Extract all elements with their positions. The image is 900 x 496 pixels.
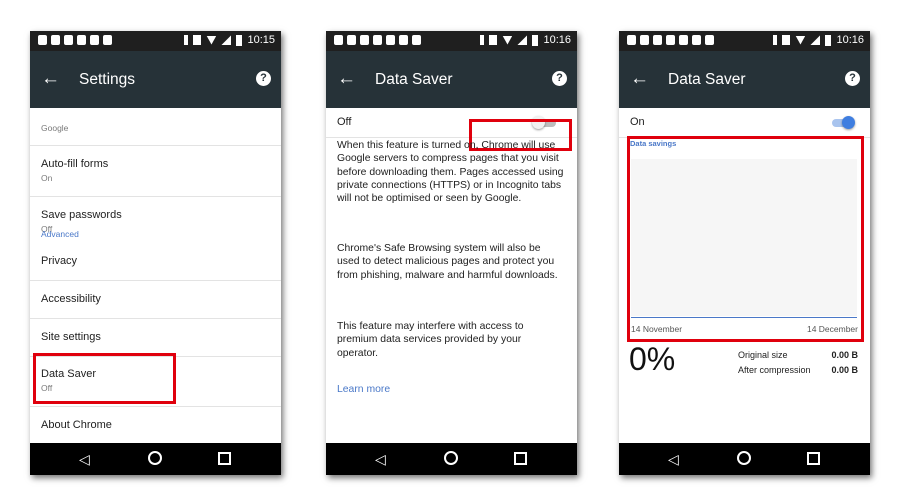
settings-item-save-passwords[interactable]: Save passwords Off — [30, 197, 281, 249]
data-saver-toggle-row[interactable]: On — [619, 108, 870, 138]
settings-item-about-chrome[interactable]: About Chrome — [30, 407, 281, 443]
status-icons: 10:16 — [773, 34, 864, 46]
page-title: Data Saver — [375, 71, 453, 88]
switch-knob — [842, 116, 855, 129]
page-title: Settings — [79, 71, 136, 88]
after-compression-label: After compression — [738, 365, 811, 375]
chart-title: Data savings — [630, 139, 677, 148]
settings-item-label: Site settings — [41, 331, 101, 343]
notification-icons — [627, 35, 714, 45]
nav-recents-icon[interactable] — [514, 452, 527, 465]
clock: 10:16 — [836, 34, 864, 46]
back-arrow-icon[interactable]: ← — [41, 69, 60, 89]
back-arrow-icon[interactable]: ← — [337, 69, 356, 89]
settings-item-autofill[interactable]: Auto-fill forms On — [30, 146, 281, 197]
settings-item-privacy[interactable]: Privacy — [30, 243, 281, 281]
app-bar: ← Data Saver ? — [619, 51, 870, 108]
data-saver-off-screen: 10:16 ← Data Saver ? Off When this featu… — [326, 31, 577, 475]
navigation-bar: ◁ — [326, 443, 577, 475]
data-saver-on-screen: 10:16 ← Data Saver ? On Data savings 14 … — [619, 31, 870, 475]
nav-back-icon[interactable]: ◁ — [375, 452, 386, 466]
nav-home-icon[interactable] — [148, 451, 162, 465]
nav-back-icon[interactable]: ◁ — [79, 452, 90, 466]
description-paragraph-1: When this feature is turned on, Chrome w… — [337, 140, 564, 205]
description-paragraph-3: This feature may interfere with access t… — [337, 321, 524, 359]
settings-item-site-settings[interactable]: Site settings — [30, 319, 281, 357]
clock: 10:16 — [543, 34, 571, 46]
chart-x-end-label: 14 December — [806, 324, 858, 334]
original-size-label: Original size — [738, 350, 788, 360]
help-icon[interactable]: ? — [552, 71, 567, 86]
settings-item-label: Auto-fill forms — [41, 158, 109, 170]
status-bar: 10:16 — [619, 31, 870, 51]
chart-x-start-label: 14 November — [631, 324, 683, 334]
original-size-value: 0.00 B — [831, 350, 858, 360]
settings-item-label: About Chrome — [41, 419, 112, 431]
nav-home-icon[interactable] — [444, 451, 458, 465]
settings-item-sub: On — [41, 173, 53, 183]
nav-recents-icon[interactable] — [218, 452, 231, 465]
help-icon[interactable]: ? — [256, 71, 271, 86]
status-icons: 10:16 — [480, 34, 571, 46]
settings-item-label: Accessibility — [41, 293, 101, 305]
learn-more-link[interactable]: Learn more — [337, 384, 390, 395]
chart-baseline — [631, 317, 857, 318]
nav-back-icon[interactable]: ◁ — [668, 452, 679, 466]
settings-item-accessibility[interactable]: Accessibility — [30, 281, 281, 319]
back-arrow-icon[interactable]: ← — [630, 69, 649, 89]
section-advanced: Advanced — [41, 229, 79, 239]
navigation-bar: ◁ — [30, 443, 281, 475]
after-compression-value: 0.00 B — [831, 365, 858, 375]
settings-item-label: Privacy — [41, 255, 78, 267]
notification-icons — [334, 35, 421, 45]
clock: 10:15 — [247, 34, 275, 46]
highlight-box — [33, 353, 176, 404]
page-title: Data Saver — [668, 71, 746, 88]
nav-home-icon[interactable] — [737, 451, 751, 465]
description-paragraph-2: Chrome's Safe Browsing system will also … — [337, 243, 558, 281]
status-icons: 10:15 — [184, 34, 275, 46]
app-bar: ← Settings ? — [30, 51, 281, 108]
settings-item-label: Save passwords — [41, 209, 122, 221]
settings-item-partial[interactable]: Google — [30, 108, 281, 146]
settings-item-sub: Google — [41, 123, 69, 133]
help-icon[interactable]: ? — [845, 71, 860, 86]
settings-screen: 10:15 ← Settings ? Google Auto-fill form… — [30, 31, 281, 475]
notification-icons — [38, 35, 112, 45]
toggle-label: On — [630, 116, 645, 128]
savings-percent: 0% — [629, 341, 676, 377]
nav-recents-icon[interactable] — [807, 452, 820, 465]
status-bar: 10:15 — [30, 31, 281, 51]
toggle-label: Off — [337, 116, 352, 128]
status-bar: 10:16 — [326, 31, 577, 51]
navigation-bar: ◁ — [619, 443, 870, 475]
data-savings-chart — [631, 159, 857, 316]
app-bar: ← Data Saver ? — [326, 51, 577, 108]
